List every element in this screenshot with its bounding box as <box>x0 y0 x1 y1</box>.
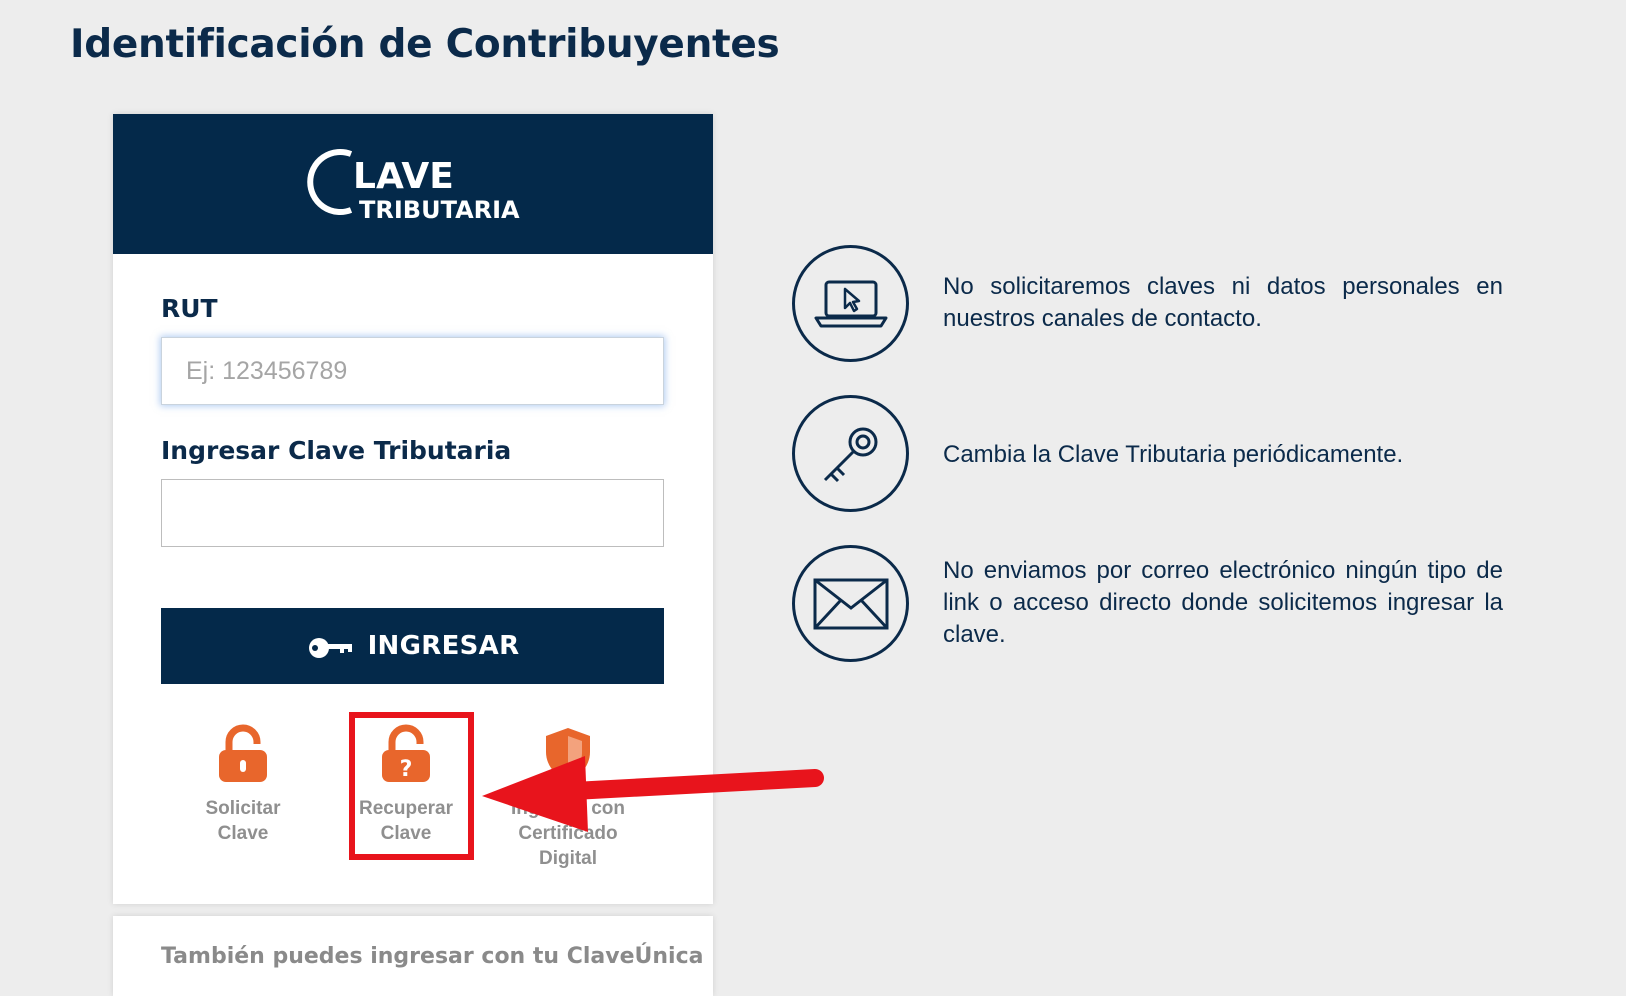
certificado-digital-option[interactable]: Ingresar con Certificado Digital <box>488 724 648 871</box>
rut-label: RUT <box>161 294 218 323</box>
tip-2-icon-circle <box>792 395 909 512</box>
solicitar-clave-option[interactable]: Solicitar Clave <box>163 724 323 846</box>
svg-text:?: ? <box>400 757 413 782</box>
login-card: LAVE TRIBUTARIA RUT Ingresar Clave Tribu… <box>113 114 713 904</box>
key-icon <box>823 427 877 482</box>
password-label: Ingresar Clave Tributaria <box>161 436 512 465</box>
clave-tributaria-logo: LAVE TRIBUTARIA <box>307 149 520 224</box>
lock-question-icon: ? <box>382 724 430 782</box>
password-input[interactable] <box>161 479 664 547</box>
rut-input[interactable] <box>161 337 664 405</box>
ingresar-button[interactable]: INGRESAR <box>161 608 664 684</box>
recuperar-clave-label: Recuperar Clave <box>359 798 453 844</box>
ingresar-label: INGRESAR <box>367 631 520 661</box>
page-title: Identificación de Contribuyentes <box>70 22 780 67</box>
shield-icon <box>546 728 590 782</box>
tip-1-text: No solicitaremos claves ni datos persona… <box>943 273 1503 332</box>
logo-line1: LAVE <box>353 156 454 197</box>
tip-2-text: Cambia la Clave Tributaria periódicament… <box>943 441 1404 468</box>
card-header: LAVE TRIBUTARIA <box>113 114 713 254</box>
certificado-digital-label: Ingresar con Certificado Digital <box>510 798 626 869</box>
recuperar-clave-option[interactable]: ? Recuperar Clave <box>326 724 486 846</box>
tip-3-icon-circle <box>792 545 909 662</box>
claveunica-link[interactable]: También puedes ingresar con tu ClaveÚnic… <box>161 944 703 969</box>
logo-line2: TRIBUTARIA <box>359 196 520 224</box>
solicitar-clave-label: Solicitar Clave <box>205 798 281 844</box>
laptop-cursor-icon <box>814 280 887 327</box>
envelope-icon <box>813 578 888 629</box>
unlock-icon <box>219 724 267 782</box>
claveunica-card[interactable]: También puedes ingresar con tu ClaveÚnic… <box>113 916 713 996</box>
tip-3-text: No enviamos por correo electrónico ningú… <box>943 557 1503 648</box>
key-icon <box>308 638 352 658</box>
tip-1-icon-circle <box>792 245 909 362</box>
